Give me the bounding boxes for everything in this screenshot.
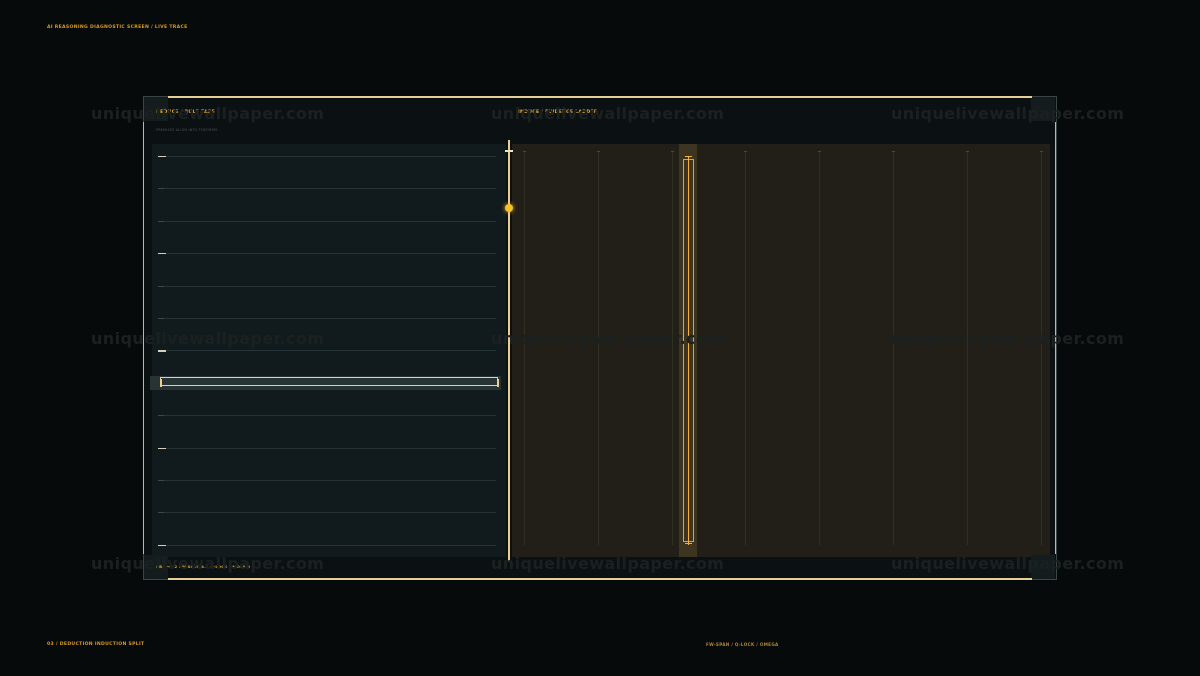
selected-rule-cap-right [497,379,499,387]
selected-rule-row[interactable] [160,377,498,386]
rule-major-tick [158,156,166,158]
status-readout: RB4 → C2 FW-SPAN 4.2 Q-LOCK OMEGA-9 [156,564,251,569]
ladder-column-line [597,152,599,545]
footer-section-label: 03 / DEDUCTION INDUCTION SPLIT [47,642,145,647]
rule-row-line [158,512,496,514]
rule-row-line [158,188,496,190]
evidence-column-cap-bottom [685,543,692,545]
rule-row-line [158,415,496,417]
selected-rule-cap-left [160,379,162,387]
rule-minor-tick [158,318,164,319]
frame-right-edge [1055,122,1057,554]
rule-row-line [158,544,496,546]
evidence-column-cap-top [685,156,692,158]
rule-row-line [158,253,496,255]
deduce-panel-title: DEDUCE / RULE TAPE [156,110,216,115]
rule-row-line [158,220,496,222]
rule-row-line [158,318,496,319]
frame-top-rail [168,96,1032,98]
ladder-column-tick [818,151,822,152]
divider-top-mark [505,150,513,152]
rule-minor-tick [158,415,164,417]
ladder-column-line [524,152,525,545]
rule-major-tick [158,544,166,546]
deduce-panel-subtitle: PREMISES ALIGN INTO THEOREM [156,128,218,132]
rule-row-line [158,285,496,287]
evidence-column-core [688,156,690,545]
frame-corner [144,97,168,121]
rule-minor-tick [158,285,164,287]
ladder-column-tick [892,151,895,152]
frame-corner [1031,97,1055,121]
rule-row-line [158,156,496,157]
rule-row-line [158,480,496,481]
ladder-column-line [671,152,673,545]
ladder-column-line [1040,152,1042,545]
frame-left-edge [143,122,145,554]
ladder-column-line [745,152,747,545]
evidence-ladder-panel [512,144,1050,557]
ladder-column-tick [1039,151,1043,152]
rule-minor-tick [158,188,164,190]
rule-major-tick [158,447,166,449]
ladder-column-line [966,152,968,545]
ladder-column-tick [965,151,969,152]
frame-corner [1031,555,1055,579]
rule-row-line [158,350,496,352]
ladder-column-tick [523,151,526,152]
ladder-column-tick [596,151,600,152]
induce-panel-title: INDUCE / EVIDENCE LADDER [518,110,598,115]
rule-row-line [158,447,496,449]
rule-major-tick [158,253,166,255]
ladder-column-line [893,152,894,545]
divider-handle[interactable] [505,204,513,212]
ladder-column-tick [744,151,748,152]
rule-major-tick [158,350,166,352]
rule-minor-tick [158,512,164,514]
rule-minor-tick [158,220,164,222]
ladder-column-tick [670,151,674,152]
ladder-column-line [819,152,821,545]
screen-caption: AI REASONING DIAGNOSTIC SCREEN / LIVE TR… [47,25,188,30]
rule-minor-tick [158,480,164,481]
footer-codes: FW-SPAN / Q-LOCK / OMEGA [706,642,779,647]
frame-bottom-rail [168,578,1032,580]
